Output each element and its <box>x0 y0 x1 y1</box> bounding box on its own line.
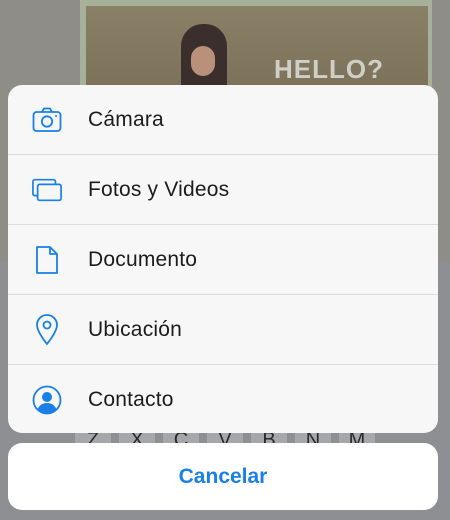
photo-caption-text: HELLO? <box>274 54 384 84</box>
camera-icon <box>32 105 62 135</box>
action-photos-videos-label: Fotos y Videos <box>88 177 230 201</box>
photo-person-face <box>191 46 215 76</box>
cancel-button[interactable]: Cancelar <box>8 443 438 510</box>
attachment-action-sheet: Cámara Fotos y Videos Documento Ubicació… <box>8 85 438 433</box>
photos-icon <box>32 175 62 205</box>
action-contact[interactable]: Contacto <box>8 365 438 433</box>
action-location[interactable]: Ubicación <box>8 295 438 365</box>
action-camera[interactable]: Cámara <box>8 85 438 155</box>
document-icon <box>32 245 62 275</box>
action-location-label: Ubicación <box>88 317 183 341</box>
action-photos-videos[interactable]: Fotos y Videos <box>8 155 438 225</box>
action-document[interactable]: Documento <box>8 225 438 295</box>
contact-icon <box>32 385 62 415</box>
action-document-label: Documento <box>88 247 198 271</box>
action-camera-label: Cámara <box>88 107 164 131</box>
location-icon <box>32 313 62 345</box>
screen: HELLO? Z X C V B N M Cámara Fotos y Vide… <box>0 0 450 520</box>
action-contact-label: Contacto <box>88 387 174 411</box>
cancel-button-label: Cancelar <box>178 464 268 488</box>
image-message-photo: HELLO? <box>86 6 428 96</box>
